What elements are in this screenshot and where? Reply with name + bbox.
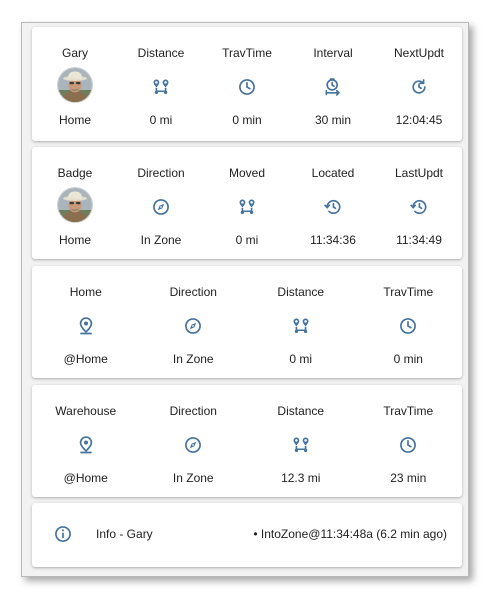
distance-label: Distance — [137, 46, 185, 60]
zone-value: Home — [58, 233, 91, 247]
map-marker-distance-icon[interactable] — [237, 197, 257, 217]
interval-value: 30 min — [314, 113, 352, 127]
nextupdt-label: NextUpdt — [393, 46, 445, 60]
zone-label: Home — [69, 285, 102, 299]
travtime-value: 0 min — [232, 113, 262, 127]
update-icon[interactable] — [409, 77, 429, 97]
map-marker-distance-icon[interactable] — [151, 77, 171, 97]
map-marker-icon[interactable] — [76, 435, 96, 455]
direction-label: Direction — [169, 404, 217, 418]
map-marker-distance-icon[interactable] — [291, 316, 311, 336]
map-marker-distance-icon[interactable] — [291, 435, 311, 455]
nextupdt-value: 12:04:45 — [395, 113, 443, 127]
timer-interval-icon[interactable] — [323, 77, 343, 97]
moved-label: Moved — [228, 166, 266, 180]
travtime-value: 23 min — [390, 471, 427, 485]
avatar[interactable] — [58, 67, 92, 102]
lastupdt-value: 11:34:49 — [396, 233, 442, 247]
located-value: 11:34:36 — [310, 233, 356, 247]
clock-icon[interactable] — [398, 435, 418, 455]
name-label: Badge — [57, 166, 93, 180]
dashboard-frame: Gary Distance TravTime Interval NextUpdt… — [21, 22, 469, 577]
name-label: Gary — [61, 46, 88, 60]
distance-value: 12.3 mi — [281, 471, 321, 485]
zone-value: @Home — [63, 352, 108, 366]
travtime-label: TravTime — [383, 404, 434, 418]
map-marker-icon[interactable] — [76, 316, 96, 336]
located-label: Located — [311, 166, 355, 180]
moved-value: 0 mi — [235, 233, 259, 247]
clock-icon[interactable] — [237, 77, 257, 97]
distance-value: 0 mi — [289, 352, 313, 366]
history-icon[interactable] — [323, 197, 343, 217]
tracker-card-gary: Gary Distance TravTime Interval NextUpdt… — [32, 27, 462, 141]
travtime-label: TravTime — [383, 285, 434, 299]
direction-value: In Zone — [172, 352, 214, 366]
compass-icon[interactable] — [183, 435, 203, 455]
direction-label: Direction — [169, 285, 217, 299]
zone-value: Home — [58, 113, 91, 127]
distance-label: Distance — [277, 404, 325, 418]
avatar[interactable] — [58, 187, 92, 222]
direction-label: Direction — [137, 166, 185, 180]
lastupdt-label: LastUpdt — [394, 166, 444, 180]
zone-card-warehouse: Warehouse Direction Distance TravTime @H… — [32, 385, 462, 497]
info-card: Info - Gary • IntoZone@11:34:48a (6.2 mi… — [32, 503, 462, 567]
distance-value: 0 mi — [149, 113, 173, 127]
history-icon[interactable] — [409, 197, 429, 217]
travtime-label: TravTime — [222, 46, 272, 60]
travtime-value: 0 min — [393, 352, 423, 366]
direction-value: In Zone — [140, 233, 182, 247]
zone-label: Warehouse — [55, 404, 117, 418]
tracker-card-badge: Badge Direction Moved Located LastUpdt H… — [32, 147, 462, 259]
info-message: • IntoZone@11:34:48a (6.2 min ago) — [253, 527, 447, 541]
zone-value: @Home — [63, 471, 108, 485]
zone-card-home: Home Direction Distance TravTime @Home I… — [32, 266, 462, 378]
info-label: Info - Gary — [96, 527, 153, 541]
direction-value: In Zone — [172, 471, 214, 485]
interval-label: Interval — [313, 46, 353, 60]
compass-icon[interactable] — [183, 316, 203, 336]
distance-label: Distance — [277, 285, 325, 299]
clock-icon[interactable] — [398, 316, 418, 336]
information-icon[interactable] — [53, 524, 73, 544]
compass-icon[interactable] — [151, 197, 171, 217]
